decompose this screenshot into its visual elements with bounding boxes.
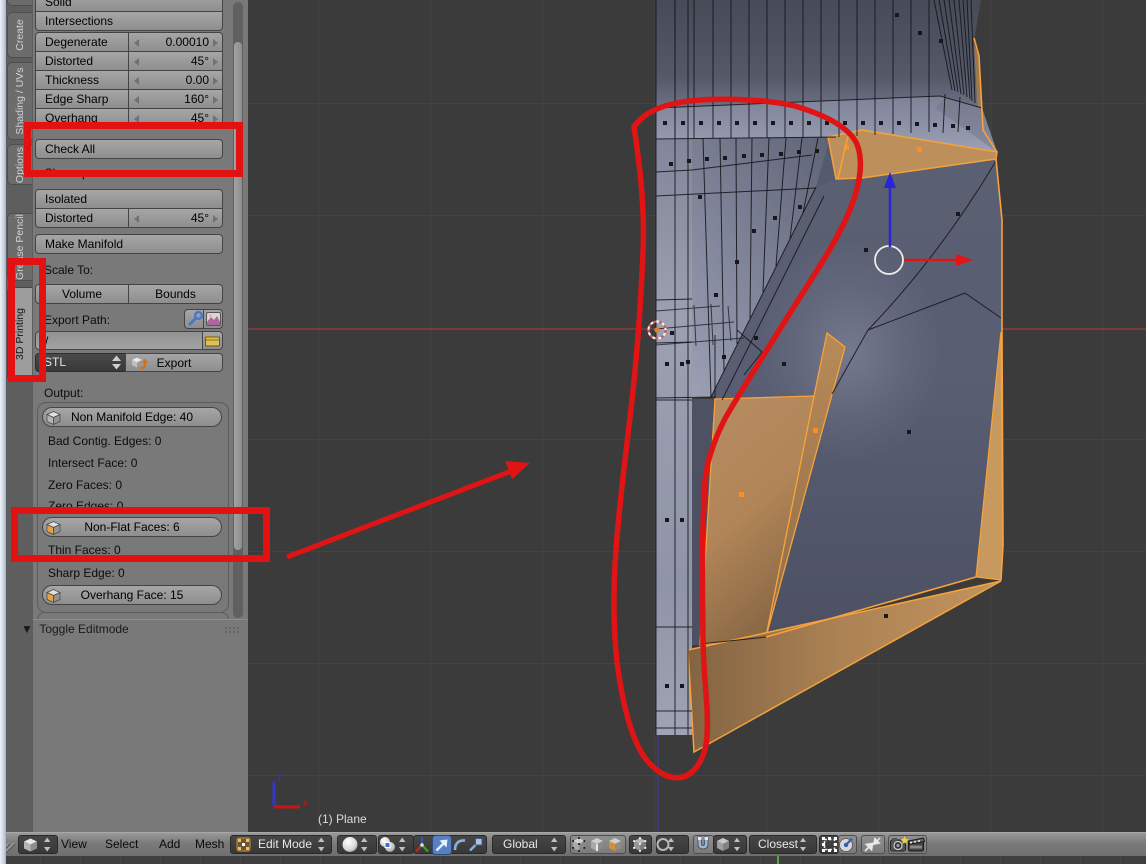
svg-text:z: z bbox=[277, 772, 282, 783]
svg-text:x: x bbox=[303, 798, 308, 809]
svg-text:(1) Plane: (1) Plane bbox=[318, 812, 367, 826]
